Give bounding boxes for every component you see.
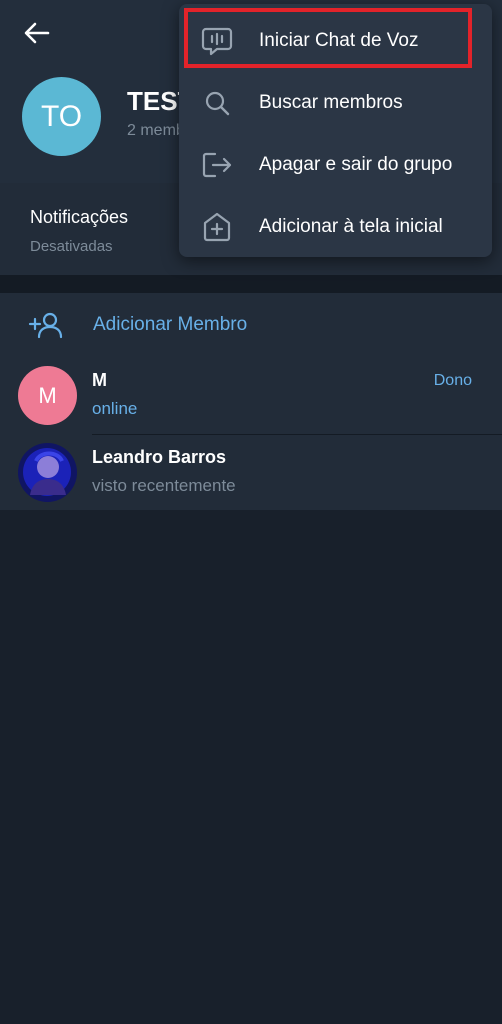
menu-item-label: Adicionar à tela inicial: [259, 216, 443, 237]
members-section: Adicionar Membro M M online Dono Leandro…: [0, 293, 502, 510]
group-avatar[interactable]: TO: [22, 77, 101, 156]
owner-badge: Dono: [433, 372, 472, 389]
member-name: Leandro Barros: [92, 447, 227, 467]
back-arrow-icon: [24, 22, 50, 44]
add-member-button[interactable]: Adicionar Membro: [0, 293, 502, 357]
section-divider: [0, 275, 502, 293]
menu-item-add-home[interactable]: Adicionar à tela inicial: [179, 196, 492, 258]
member-status: online: [92, 399, 138, 418]
add-user-icon: [28, 312, 63, 339]
highlight-box: [184, 8, 472, 68]
avatar: M: [18, 366, 77, 425]
menu-item-search-members[interactable]: Buscar membros: [179, 72, 492, 134]
notifications-status: Desativadas: [30, 238, 113, 255]
avatar: [18, 443, 77, 502]
member-row[interactable]: M M online Dono: [0, 357, 502, 433]
add-member-label: Adicionar Membro: [93, 314, 248, 335]
member-status: visto recentemente: [92, 476, 236, 495]
leave-group-icon: [202, 152, 232, 178]
search-icon: [205, 91, 230, 116]
menu-item-label: Apagar e sair do grupo: [259, 154, 453, 175]
member-name: M: [92, 370, 107, 390]
notifications-title: Notificações: [30, 207, 129, 227]
member-row[interactable]: Leandro Barros visto recentemente: [0, 434, 502, 510]
menu-item-label: Buscar membros: [259, 92, 403, 113]
profile-photo-icon: [18, 443, 77, 502]
back-button[interactable]: [20, 18, 54, 48]
menu-item-leave-group[interactable]: Apagar e sair do grupo: [179, 134, 492, 196]
add-home-icon: [203, 212, 231, 242]
